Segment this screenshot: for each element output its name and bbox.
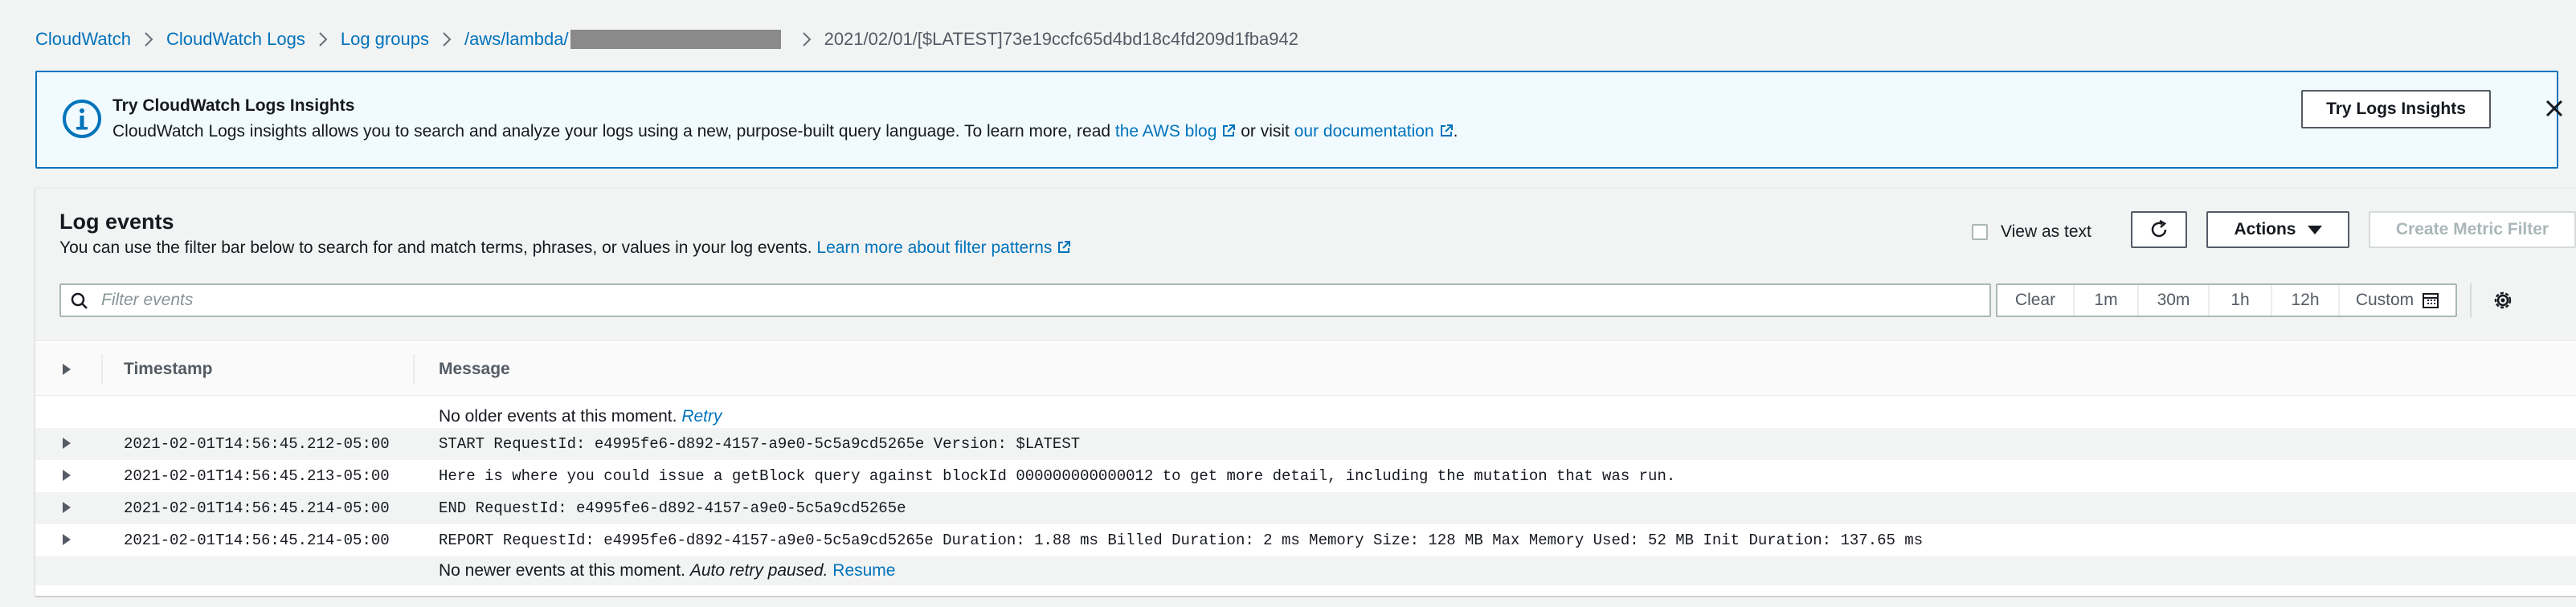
- external-link-icon: [1058, 241, 1071, 253]
- row-timestamp: 2021-02-01T14:56:45.213-05:00: [124, 467, 390, 485]
- log-events-description: You can use the filter bar below to sear…: [59, 238, 1071, 258]
- caret-right-icon: [63, 470, 71, 481]
- expand-row-toggle[interactable]: [63, 502, 71, 513]
- description-text: You can use the filter bar below to sear…: [59, 238, 817, 257]
- table-row[interactable]: 2021-02-01T14:56:45.212-05:00 START Requ…: [35, 428, 2576, 460]
- filter-patterns-link-label: Learn more about filter patterns: [816, 238, 1053, 257]
- expand-row-toggle[interactable]: [63, 438, 71, 449]
- banner-text-suffix: .: [1453, 122, 1458, 141]
- column-timestamp[interactable]: Timestamp: [124, 343, 213, 396]
- row-timestamp: 2021-02-01T14:56:45.214-05:00: [124, 499, 390, 517]
- refresh-button[interactable]: [2131, 211, 2187, 248]
- column-divider: [413, 354, 415, 385]
- log-events-header: Log events You can use the filter bar be…: [35, 189, 2576, 341]
- older-events-note: No older events at this moment. Retry: [439, 407, 722, 426]
- search-icon: [71, 292, 88, 309]
- time-range-clear[interactable]: Clear: [1997, 285, 2075, 316]
- time-range-custom[interactable]: Custom: [2340, 285, 2455, 316]
- caret-right-icon: [63, 364, 71, 375]
- chevron-right-icon: [789, 31, 824, 47]
- table-row[interactable]: 2021-02-01T14:56:45.214-05:00 REPORT Req…: [35, 524, 2576, 556]
- column-divider: [101, 354, 103, 385]
- view-as-text-label: View as text: [2001, 222, 2091, 241]
- expand-row-toggle[interactable]: [63, 470, 71, 481]
- create-metric-filter-button[interactable]: Create Metric Filter: [2369, 211, 2576, 248]
- info-icon: [63, 100, 101, 138]
- documentation-link-label: our documentation: [1294, 122, 1434, 141]
- breadcrumb-cloudwatch[interactable]: CloudWatch: [35, 29, 131, 50]
- external-link-icon: [1440, 124, 1453, 136]
- filter-events-input[interactable]: [101, 288, 1949, 312]
- newer-events-row: No newer events at this moment. Auto ret…: [35, 556, 2576, 585]
- older-events-text: No older events at this moment.: [439, 407, 677, 426]
- gear-icon[interactable]: [2491, 288, 2515, 312]
- expand-row-toggle[interactable]: [63, 534, 71, 545]
- custom-label: Custom: [2355, 291, 2414, 309]
- time-range-30m[interactable]: 30m: [2139, 285, 2210, 316]
- resume-link[interactable]: Resume: [832, 561, 895, 580]
- calendar-icon: [2423, 293, 2439, 308]
- breadcrumb-cloudwatch-logs[interactable]: CloudWatch Logs: [166, 29, 305, 50]
- documentation-link[interactable]: our documentation: [1294, 122, 1454, 141]
- time-range-12h[interactable]: 12h: [2272, 285, 2340, 316]
- actions-label: Actions: [2234, 220, 2296, 238]
- auto-retry-status: Auto retry paused.: [689, 561, 828, 580]
- aws-blog-link-label: the AWS blog: [1114, 122, 1217, 141]
- banner-title: Try CloudWatch Logs Insights: [112, 96, 355, 115]
- column-message[interactable]: Message: [439, 343, 510, 396]
- try-logs-insights-button[interactable]: Try Logs Insights: [2301, 90, 2491, 128]
- time-range-1h[interactable]: 1h: [2210, 285, 2272, 316]
- aws-blog-link[interactable]: the AWS blog: [1115, 122, 1236, 141]
- chevron-right-icon: [429, 31, 464, 47]
- banner-text-middle: or visit: [1236, 122, 1294, 141]
- filter-events-search[interactable]: [59, 283, 1991, 317]
- newer-events-note: No newer events at this moment. Auto ret…: [439, 561, 895, 581]
- chevron-right-icon: [131, 31, 166, 47]
- row-timestamp: 2021-02-01T14:56:45.214-05:00: [124, 532, 390, 549]
- row-message: Here is where you could issue a getBlock…: [439, 467, 1676, 485]
- table-row[interactable]: 2021-02-01T14:56:45.214-05:00 END Reques…: [35, 492, 2576, 524]
- actions-dropdown[interactable]: Actions: [2206, 211, 2349, 248]
- table-header: Timestamp Message: [35, 343, 2576, 396]
- row-message: REPORT RequestId: e4995fe6-d892-4157-a9e…: [439, 532, 1924, 549]
- insights-info-banner: Try CloudWatch Logs Insights CloudWatch …: [35, 71, 2563, 169]
- caret-right-icon: [63, 534, 71, 545]
- breadcrumb: CloudWatch CloudWatch Logs Log groups /a…: [35, 27, 1298, 51]
- log-events-title: Log events: [59, 210, 174, 234]
- toolbar-divider: [2470, 283, 2472, 317]
- caret-right-icon: [63, 438, 71, 449]
- expand-all-toggle[interactable]: [63, 343, 71, 396]
- breadcrumb-current-stream: 2021/02/01/[$LATEST]73e19ccfc65d4bd18c4f…: [824, 29, 1298, 49]
- external-link-icon: [1223, 124, 1236, 136]
- newer-events-text: No newer events at this moment.: [439, 561, 685, 580]
- time-range-1m[interactable]: 1m: [2075, 285, 2139, 316]
- breadcrumb-log-groups[interactable]: Log groups: [341, 29, 429, 50]
- log-events-panel: Log events You can use the filter bar be…: [35, 188, 2576, 596]
- row-message: START RequestId: e4995fe6-d892-4157-a9e0…: [439, 435, 1081, 453]
- table-row[interactable]: 2021-02-01T14:56:45.213-05:00 Here is wh…: [35, 460, 2576, 492]
- refresh-icon: [2151, 219, 2167, 238]
- row-message: END RequestId: e4995fe6-d892-4157-a9e0-5…: [439, 499, 906, 517]
- close-icon[interactable]: [2542, 96, 2566, 120]
- view-as-text-toggle[interactable]: View as text: [1972, 222, 2091, 242]
- filter-patterns-link[interactable]: Learn more about filter patterns: [816, 238, 1071, 257]
- redacted-block: [570, 30, 781, 49]
- time-range-selector: Clear 1m 30m 1h 12h Custom: [1996, 283, 2457, 317]
- caret-right-icon: [63, 502, 71, 513]
- banner-text: CloudWatch Logs insights allows you to s…: [112, 122, 1115, 141]
- banner-body: CloudWatch Logs insights allows you to s…: [112, 122, 1458, 141]
- view-as-text-checkbox[interactable]: [1972, 224, 1988, 240]
- caret-down-icon: [2307, 225, 2322, 234]
- breadcrumb-log-group[interactable]: /aws/lambda/: [464, 29, 569, 50]
- chevron-right-icon: [305, 31, 341, 47]
- row-timestamp: 2021-02-01T14:56:45.212-05:00: [124, 435, 390, 453]
- retry-link[interactable]: Retry: [681, 407, 722, 426]
